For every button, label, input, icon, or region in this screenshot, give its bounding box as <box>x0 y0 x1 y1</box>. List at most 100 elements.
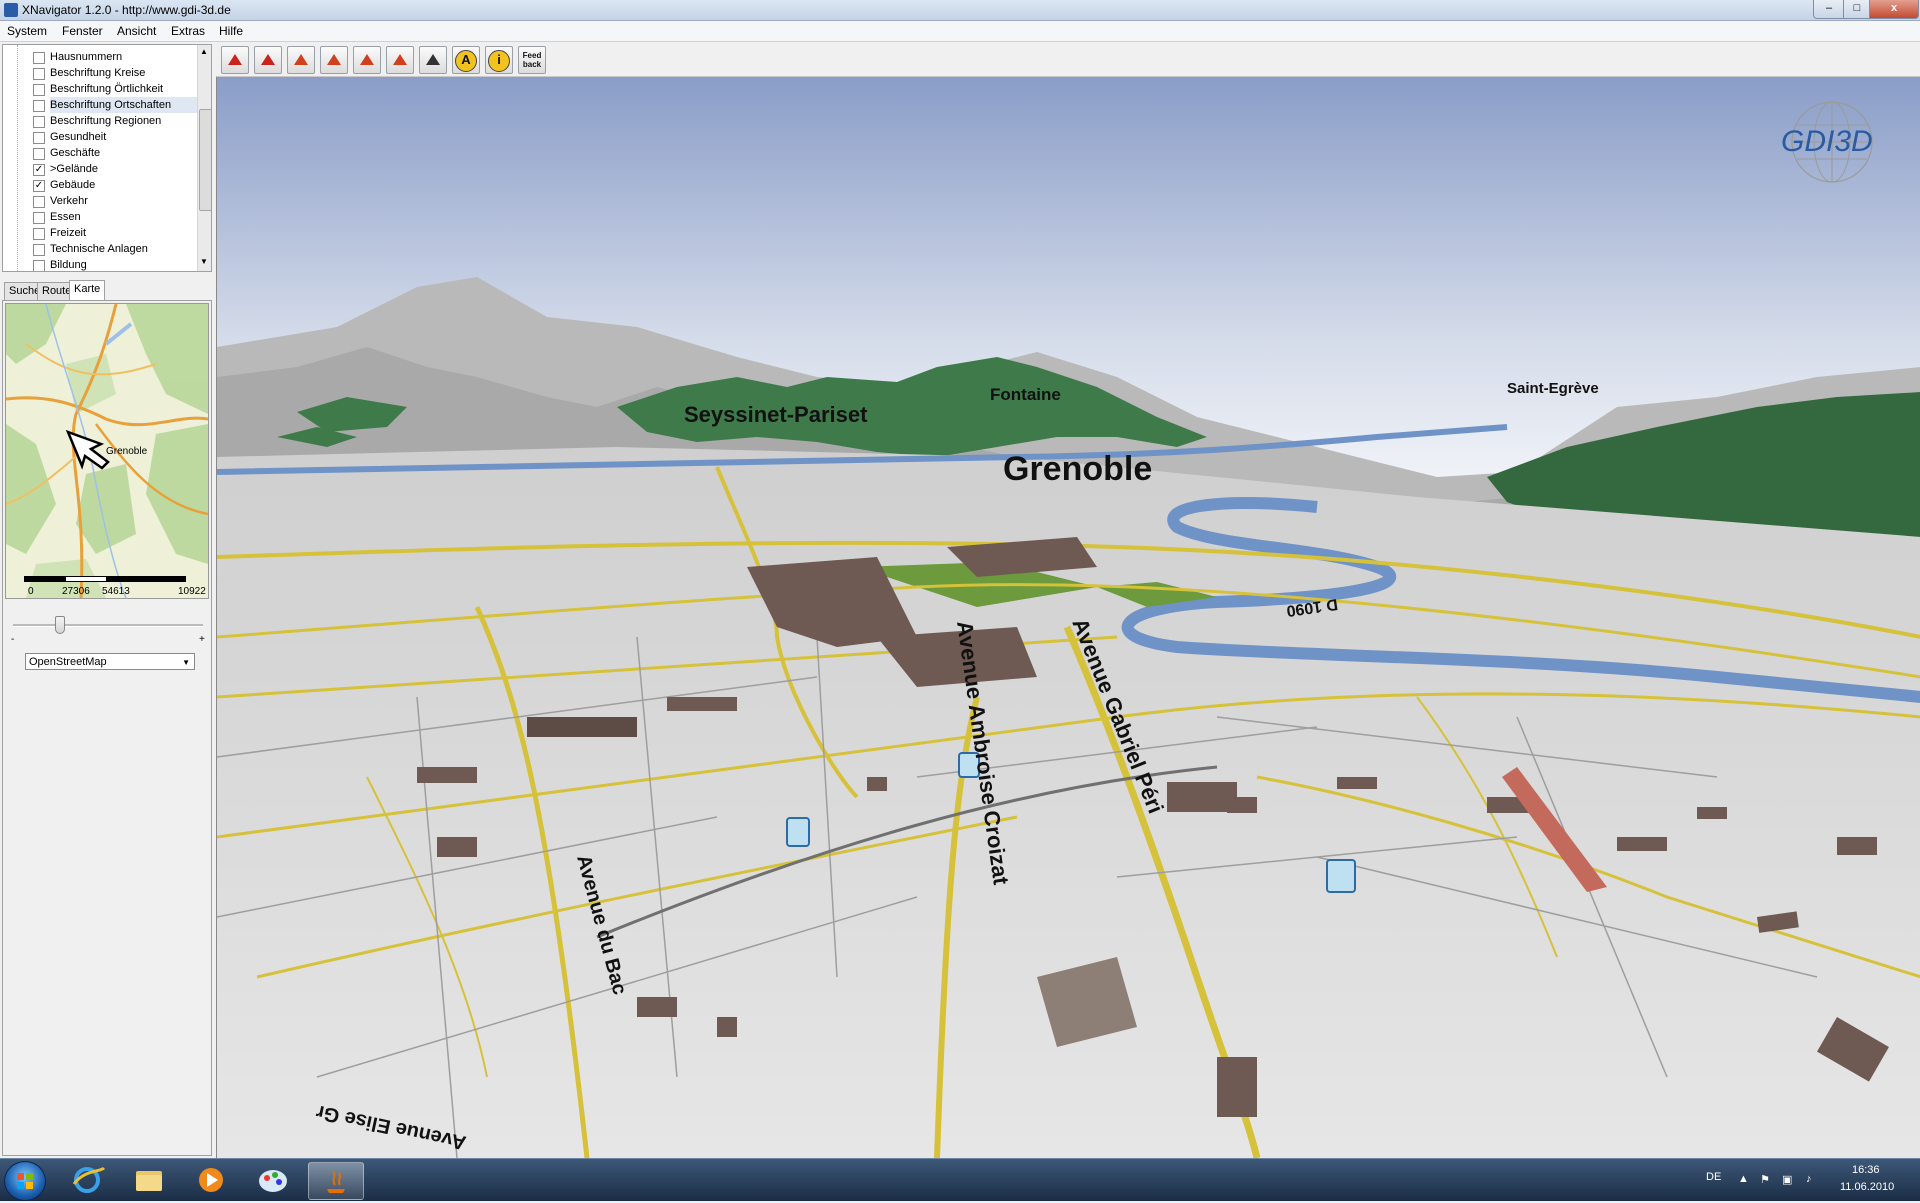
scroll-up-icon[interactable]: ▲ <box>200 47 208 56</box>
layer-item[interactable]: Beschriftung Regionen <box>33 113 203 129</box>
menu-extras[interactable]: Extras <box>171 24 205 38</box>
menu-bar: System Fenster Ansicht Extras Hilfe <box>0 21 1920 42</box>
tab-karte[interactable]: Karte <box>69 280 106 300</box>
layer-item[interactable]: Geschäfte <box>33 145 203 161</box>
tray-expand-icon[interactable]: ▲ <box>1738 1173 1749 1185</box>
layer-item[interactable]: Beschriftung Ortschaften <box>33 97 203 113</box>
slider-track[interactable] <box>13 624 203 627</box>
3d-scene-graphic: Avenue Ambroise Croizat Avenue Gabriel P… <box>217 77 1920 1158</box>
layer-item[interactable]: Freizeit <box>33 225 203 241</box>
minimize-button[interactable]: – <box>1813 0 1845 19</box>
tray-network-icon[interactable]: ▣ <box>1782 1173 1792 1186</box>
map-source-select[interactable]: OpenStreetMap ▼ <box>25 653 195 670</box>
undo-tool-button[interactable] <box>386 46 414 74</box>
layer-item[interactable]: Technische Anlagen <box>33 241 203 257</box>
layer-checkbox[interactable] <box>33 100 45 112</box>
layer-item[interactable]: Beschriftung Kreise <box>33 65 203 81</box>
layer-item[interactable]: Verkehr <box>33 193 203 209</box>
start-button[interactable] <box>4 1161 46 1201</box>
taskbar: DE ▲ ⚑ ▣ ♪ 16:36 11.06.2010 <box>0 1158 1920 1201</box>
slider-thumb[interactable] <box>54 616 65 634</box>
layer-label: Beschriftung Kreise <box>50 67 146 79</box>
clock-date[interactable]: 11.06.2010 <box>1840 1181 1894 1193</box>
layer-checkbox[interactable] <box>33 228 45 240</box>
scale-label-2: 54613 <box>102 586 130 597</box>
layer-checkbox[interactable] <box>33 116 45 128</box>
layer-label: >Gelände <box>50 163 99 175</box>
info-tool-button[interactable]: i <box>485 46 513 74</box>
taskbar-java-xnavigator[interactable] <box>308 1162 364 1200</box>
layer-label: Geschäfte <box>50 147 101 159</box>
menu-fenster[interactable]: Fenster <box>62 24 103 38</box>
layer-item[interactable]: ✓ Gebäude <box>33 177 203 193</box>
clock-time[interactable]: 16:36 <box>1852 1164 1880 1176</box>
taskbar-paint[interactable] <box>246 1162 300 1198</box>
left-panel: Hausnummern Beschriftung Kreise Beschriftu… <box>0 42 214 1158</box>
turn-tool-button[interactable] <box>254 46 282 74</box>
zoom-in-label: + <box>199 634 205 645</box>
navigation-toolbar: Ai Feed back <box>216 42 1920 77</box>
layer-tree-scrollbar[interactable]: ▲ ▼ <box>197 45 211 271</box>
scrollbar-thumb[interactable] <box>199 109 211 211</box>
feedback-tool-button[interactable]: Feed back <box>518 46 546 74</box>
layer-checkbox[interactable]: ✓ <box>33 164 45 176</box>
layer-label: Hausnummern <box>50 51 123 63</box>
taskbar-ie[interactable] <box>60 1162 114 1198</box>
menu-hilfe[interactable]: Hilfe <box>219 24 243 38</box>
layer-item[interactable]: Gesundheit <box>33 129 203 145</box>
layer-item[interactable]: Beschriftung Örtlichkeit <box>33 81 203 97</box>
layer-label: Gebäude <box>50 179 96 191</box>
hand-icon <box>423 50 443 70</box>
tray-flag-icon[interactable]: ⚑ <box>1760 1173 1770 1186</box>
menu-system[interactable]: System <box>7 24 47 38</box>
move-icon <box>324 50 344 70</box>
overview-minimap[interactable]: Grenoble 0 27306 54613 10922 <box>5 303 209 599</box>
layer-checkbox[interactable] <box>33 52 45 64</box>
layer-checkbox[interactable]: ✓ <box>33 180 45 192</box>
tray-language[interactable]: DE <box>1706 1171 1721 1183</box>
move-tool-button[interactable] <box>320 46 348 74</box>
layer-checkbox[interactable] <box>33 132 45 144</box>
gdi3d-logo: GDI3D <box>1777 97 1887 187</box>
layer-checkbox[interactable] <box>33 196 45 208</box>
layer-checkbox[interactable] <box>33 68 45 80</box>
folder-icon <box>136 1171 162 1191</box>
menu-ansicht[interactable]: Ansicht <box>117 24 156 38</box>
media-player-icon <box>199 1168 223 1192</box>
layer-checkbox[interactable] <box>33 148 45 160</box>
label-a-tool-button[interactable]: A <box>452 46 480 74</box>
layer-item[interactable]: Hausnummern <box>33 49 203 65</box>
place-label-fontaine: Fontaine <box>990 385 1061 404</box>
layer-label: Beschriftung Ortschaften <box>50 97 202 113</box>
close-button[interactable]: x <box>1869 0 1919 19</box>
layer-checkbox[interactable] <box>33 244 45 256</box>
fly-tool-button[interactable] <box>221 46 249 74</box>
layer-checkbox[interactable] <box>33 84 45 96</box>
hand-tool-button[interactable] <box>419 46 447 74</box>
label-a-icon: A <box>455 50 477 72</box>
move-updown-tool-button[interactable] <box>287 46 315 74</box>
java-icon <box>327 1170 345 1193</box>
maximize-button[interactable]: □ <box>1843 0 1871 19</box>
3d-map-viewport[interactable]: Avenue Ambroise Croizat Avenue Gabriel P… <box>216 77 1920 1158</box>
gdi3d-logo-text: GDI3D <box>1781 125 1873 158</box>
scale-label-0: 0 <box>28 586 34 597</box>
taskbar-explorer[interactable] <box>122 1162 176 1198</box>
layer-label: Verkehr <box>50 195 88 207</box>
zoom-out-label: - <box>11 634 15 645</box>
layer-item[interactable]: ✓ >Gelände <box>33 161 203 177</box>
internet-explorer-icon <box>72 1166 106 1193</box>
rotate-tool-button[interactable] <box>353 46 381 74</box>
windows-icon <box>17 1173 33 1189</box>
scroll-down-icon[interactable]: ▼ <box>200 257 208 266</box>
layer-item[interactable]: Essen <box>33 209 203 225</box>
tab-karte-content: Grenoble 0 27306 54613 10922 - + OpenStr… <box>2 300 212 1156</box>
taskbar-media-player[interactable] <box>184 1162 238 1198</box>
layer-item[interactable]: Bildung <box>33 257 203 271</box>
place-label-grenoble: Grenoble <box>1003 450 1153 488</box>
layer-checkbox[interactable] <box>33 260 45 271</box>
tray-volume-muted-icon[interactable]: ♪ <box>1806 1173 1812 1185</box>
zoom-slider[interactable]: - + <box>11 616 205 645</box>
layer-checkbox[interactable] <box>33 212 45 224</box>
layer-label: Essen <box>50 211 81 223</box>
